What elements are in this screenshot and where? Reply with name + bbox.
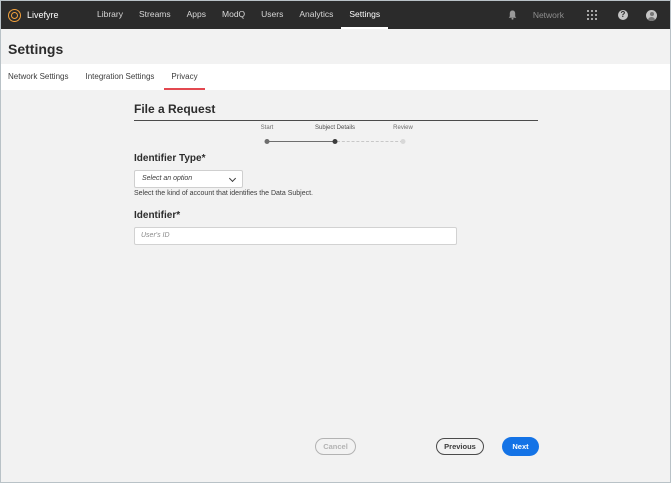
- step-label-start: Start: [260, 125, 274, 131]
- nav-item-analytics[interactable]: Analytics: [291, 1, 341, 29]
- livefyre-logo-icon: [8, 8, 21, 22]
- tab-integration-settings[interactable]: Integration Settings: [78, 64, 161, 90]
- tab-privacy[interactable]: Privacy: [164, 64, 205, 90]
- form-divider: [134, 120, 538, 121]
- chevron-down-icon: [228, 174, 237, 183]
- identifier-type-help: Select the kind of account that identifi…: [134, 190, 313, 197]
- step-dot-start: [264, 139, 270, 144]
- identifier-placeholder: User's ID: [141, 232, 170, 239]
- identifier-label: Identifier*: [134, 210, 181, 221]
- nav-item-streams[interactable]: Streams: [131, 1, 179, 29]
- identifier-input[interactable]: User's ID: [134, 227, 457, 245]
- apps-grid-icon[interactable]: [587, 10, 597, 20]
- identifier-type-label: Identifier Type*: [134, 153, 206, 164]
- nav-right: Network ?: [508, 1, 670, 29]
- identifier-type-select[interactable]: Select an option: [134, 170, 243, 188]
- brand[interactable]: Livefyre: [8, 8, 86, 22]
- top-nav: Livefyre Library Streams Apps ModQ Users…: [1, 1, 670, 29]
- step-dot-review: [400, 139, 406, 144]
- nav-item-library[interactable]: Library: [89, 1, 131, 29]
- user-avatar[interactable]: [646, 9, 657, 21]
- identifier-type-placeholder: Select an option: [142, 175, 193, 182]
- bell-icon[interactable]: [508, 10, 517, 20]
- next-button[interactable]: Next: [502, 437, 539, 456]
- step-line-completed: [267, 141, 335, 142]
- settings-tabs: Network Settings Integration Settings Pr…: [1, 64, 670, 90]
- nav-item-users[interactable]: Users: [253, 1, 291, 29]
- previous-button[interactable]: Previous: [436, 438, 484, 455]
- tab-network-settings[interactable]: Network Settings: [1, 64, 75, 90]
- page-title: Settings: [8, 41, 64, 57]
- help-icon[interactable]: ?: [618, 10, 628, 20]
- step-line-pending: [337, 141, 403, 142]
- nav-item-modq[interactable]: ModQ: [214, 1, 253, 29]
- nav-item-settings[interactable]: Settings: [341, 1, 388, 29]
- form-title: File a Request: [134, 102, 216, 116]
- nav-item-apps[interactable]: Apps: [179, 1, 214, 29]
- step-dot-subject-details: [332, 139, 338, 144]
- progress-stepper: Start Subject Details Review: [241, 125, 431, 149]
- nav-list: Library Streams Apps ModQ Users Analytic…: [86, 1, 388, 29]
- brand-name: Livefyre: [27, 10, 59, 20]
- app-frame: Livefyre Library Streams Apps ModQ Users…: [0, 0, 671, 483]
- step-label-subject-details: Subject Details: [314, 125, 356, 131]
- step-label-review: Review: [393, 125, 413, 131]
- network-selector[interactable]: Network: [533, 10, 564, 20]
- cancel-button[interactable]: Cancel: [315, 438, 356, 455]
